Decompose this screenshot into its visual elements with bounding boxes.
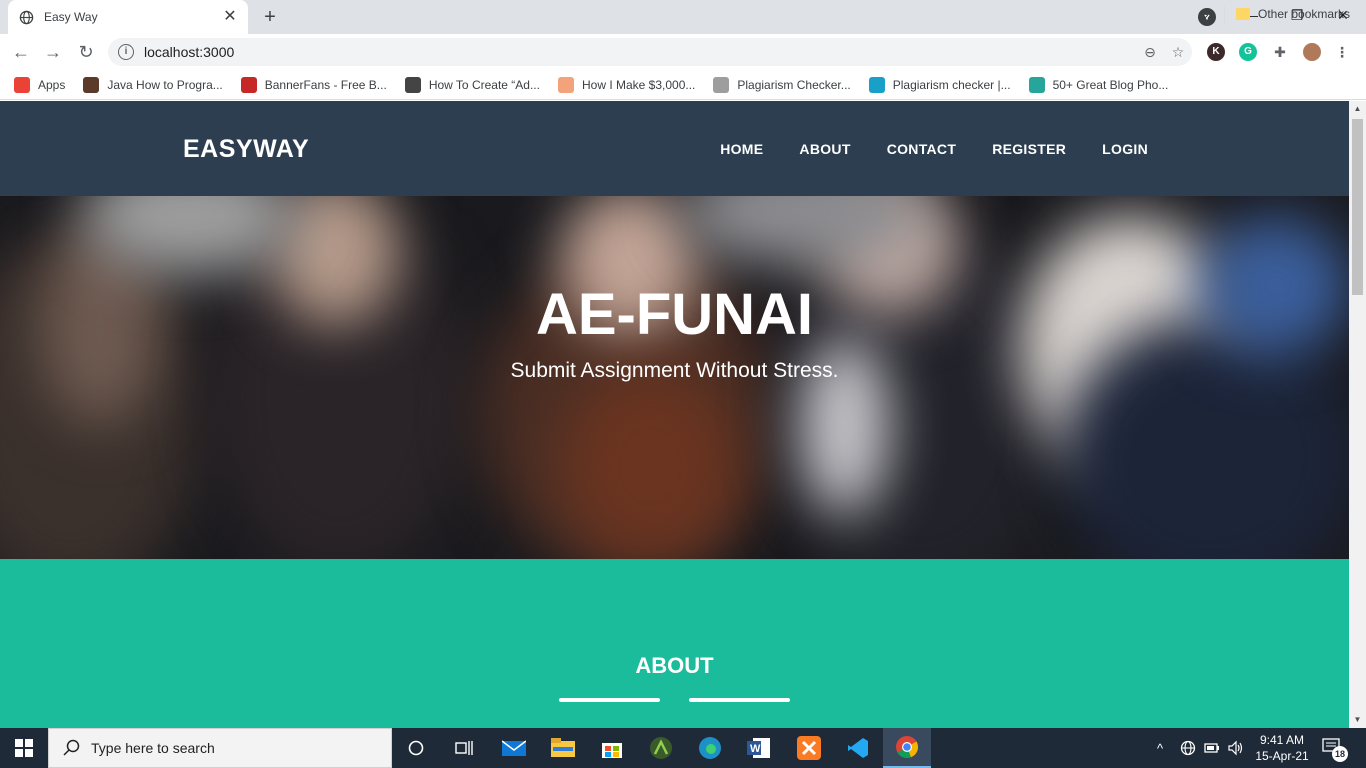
browser-tab[interactable]: Easy Way ✕ [8, 0, 248, 34]
bookmark-label: How I Make $3,000... [581, 77, 696, 92]
bookmark-item[interactable]: Apps [14, 76, 66, 93]
tab-close-icon[interactable]: ✕ [222, 9, 238, 25]
hero-title: AE-FUNAI [535, 282, 814, 347]
bookmarks-bar: Apps Java How to Progra... BannerFans - Fr… [0, 70, 1366, 100]
edge-browser-icon[interactable] [686, 728, 734, 768]
bookmark-star-icon[interactable]: ☆ [1164, 44, 1192, 61]
extensions-puzzle-icon[interactable]: ✚ [1271, 43, 1289, 61]
word-icon[interactable]: W [735, 728, 783, 768]
show-hidden-icons[interactable]: ^ [1157, 728, 1163, 768]
extension-k-icon[interactable]: K [1207, 43, 1225, 61]
profile-avatar[interactable] [1303, 43, 1321, 61]
bookmark-label: Plagiarism checker |... [892, 77, 1011, 92]
bookmark-item[interactable]: How I Make $3,000... [557, 76, 696, 93]
bookmark-label: How To Create “Ad... [428, 77, 540, 92]
about-divider-left [559, 698, 660, 702]
vscode-icon[interactable] [834, 728, 882, 768]
bookmark-item[interactable]: BannerFans - Free B... [240, 76, 387, 93]
about-divider-right [689, 698, 790, 702]
volume-icon[interactable] [1227, 728, 1245, 768]
sst-icon [713, 76, 730, 93]
new-tab-button[interactable]: + [258, 5, 282, 29]
about-section: ABOUT [0, 559, 1349, 728]
d-icon [1028, 76, 1045, 93]
bookmark-label: Apps [38, 77, 66, 92]
nav-contact-link[interactable]: CONTACT [887, 141, 957, 157]
task-view-icon[interactable] [440, 728, 488, 768]
site-menu: HOME ABOUT CONTACT REGISTER LOGIN [684, 141, 1148, 157]
other-bookmarks[interactable]: Other bookmarks [1236, 7, 1350, 21]
java-icon [83, 76, 100, 93]
microsoft-store-icon[interactable] [588, 728, 636, 768]
search-icon [63, 739, 80, 756]
bookmark-item[interactable]: How To Create “Ad... [404, 76, 540, 93]
bookmark-item[interactable]: 50+ Great Blog Pho... [1028, 76, 1169, 93]
bookmark-label: Plagiarism Checker... [737, 77, 851, 92]
mail-icon[interactable] [490, 728, 538, 768]
bookmark-label: BannerFans - Free B... [264, 77, 387, 92]
menu-kebab-icon[interactable]: ⋮ [1333, 43, 1351, 61]
clock-time: 9:41 AM [1259, 733, 1305, 747]
page-viewport: EASYWAY HOME ABOUT CONTACT REGISTER LOGI… [0, 101, 1349, 728]
bookmark-item[interactable]: Plagiarism checker |... [868, 76, 1011, 93]
search-placeholder: Type here to search [91, 740, 215, 756]
svg-text:W: W [750, 743, 761, 755]
apps-grid-icon [14, 76, 30, 93]
tab-strip: Easy Way ✕ + ▼ — ❐ ✕ [0, 0, 1366, 34]
xampp-icon[interactable] [785, 728, 833, 768]
grammarly-icon[interactable]: G [1239, 43, 1257, 61]
site-info-icon[interactable]: i [118, 44, 134, 60]
reload-icon[interactable]: ↻ [74, 40, 98, 64]
bookmark-label: 50+ Great Blog Pho... [1052, 77, 1169, 92]
nav-login-link[interactable]: LOGIN [1102, 141, 1148, 157]
nav-home-link[interactable]: HOME [720, 141, 763, 157]
back-icon[interactable]: ← [9, 40, 33, 64]
bannerfans-icon [240, 76, 257, 93]
folder-icon [1236, 8, 1250, 20]
scroll-down-icon[interactable]: ▼ [1349, 712, 1366, 728]
site-navbar: EASYWAY HOME ABOUT CONTACT REGISTER LOGI… [0, 101, 1349, 196]
system-clock[interactable]: 9:41 AM 15-Apr-21 [1254, 732, 1310, 764]
checker-icon [868, 76, 885, 93]
globe-icon [18, 9, 34, 25]
address-bar[interactable]: i localhost:3000 ⊖ ☆ [108, 38, 1192, 66]
bookmarks-separator [1224, 6, 1225, 24]
scroll-up-icon[interactable]: ▲ [1349, 101, 1366, 117]
hero-subtitle: Submit Assignment Without Stress. [510, 359, 839, 382]
file-explorer-icon[interactable] [539, 728, 587, 768]
notification-badge: 18 [1332, 746, 1348, 762]
page-scrollbar[interactable]: ▲ ▼ [1349, 101, 1366, 728]
nav-register-link[interactable]: REGISTER [992, 141, 1066, 157]
network-globe-icon[interactable] [1180, 728, 1196, 768]
action-center-icon[interactable]: 18 [1322, 738, 1348, 762]
other-bookmarks-label: Other bookmarks [1258, 7, 1351, 21]
tab-title: Easy Way [44, 10, 98, 24]
chrome-icon[interactable] [883, 728, 931, 768]
bookmark-label: Java How to Progra... [107, 77, 223, 92]
android-studio-icon[interactable] [637, 728, 685, 768]
clock-date: 15-Apr-21 [1255, 749, 1309, 763]
nav-about-link[interactable]: ABOUT [799, 141, 850, 157]
cortana-icon[interactable] [392, 728, 440, 768]
scrollbar-thumb[interactable] [1352, 119, 1363, 295]
browser-toolbar: ← → ↻ i localhost:3000 ⊖ ☆ K G ✚ ⋮ [0, 34, 1366, 70]
site-icon [557, 76, 574, 93]
site-brand[interactable]: EASYWAY [183, 135, 309, 164]
taskbar-search-box[interactable]: Type here to search [48, 728, 392, 768]
bookmarks-overflow-icon[interactable]: » [1204, 6, 1212, 22]
url-text[interactable]: localhost:3000 [144, 44, 1136, 60]
forward-icon[interactable]: → [41, 40, 65, 64]
hero-banner: AE-FUNAI Submit Assignment Without Stres… [0, 196, 1349, 559]
site-icon [404, 76, 421, 93]
windows-taskbar: Type here to search W ^ 9:41 AM 15-Apr-2… [0, 728, 1366, 768]
windows-start-icon[interactable] [0, 728, 48, 768]
bookmark-item[interactable]: Plagiarism Checker... [713, 76, 851, 93]
battery-icon[interactable] [1204, 728, 1220, 768]
about-heading: ABOUT [635, 653, 714, 678]
bookmark-item[interactable]: Java How to Progra... [83, 76, 223, 93]
zoom-icon[interactable]: ⊖ [1136, 44, 1164, 61]
